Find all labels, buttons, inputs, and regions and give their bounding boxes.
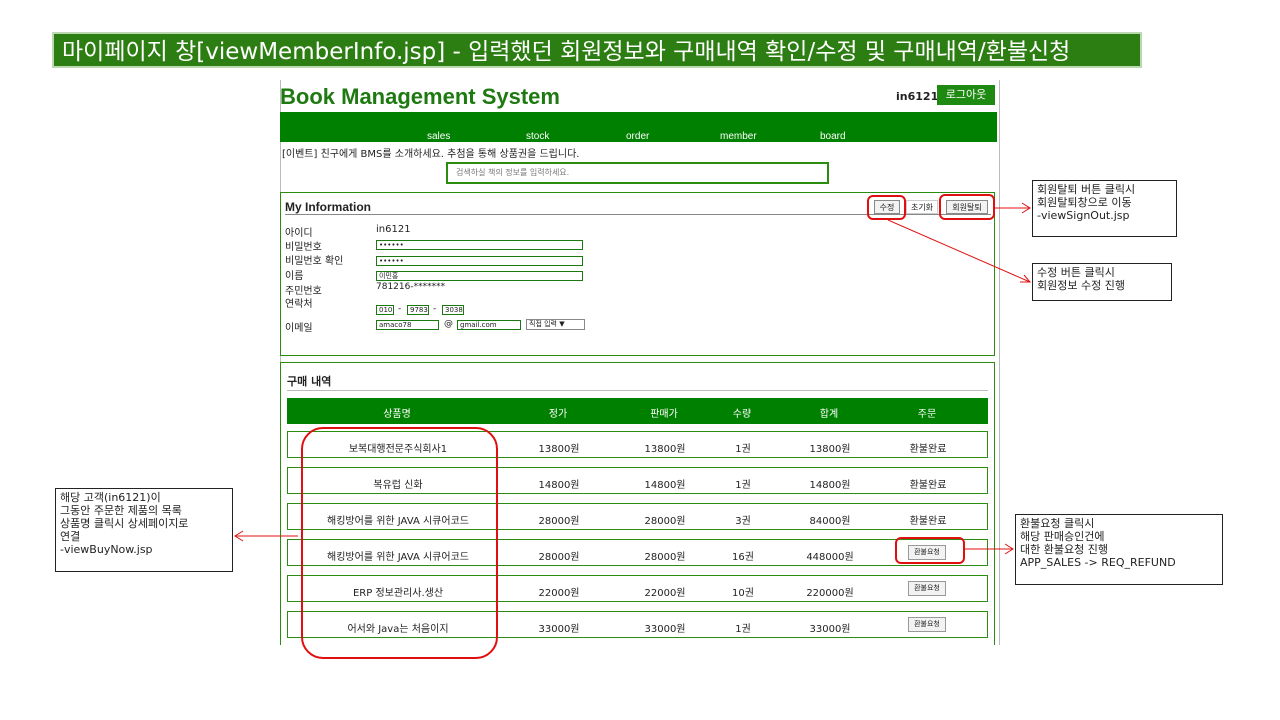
annotation-arrows: [234, 202, 1032, 555]
note-refund: 환불요청 클릭시 해당 판매승인건에 대한 환불요청 진행 APP_SALES …: [1015, 514, 1223, 585]
note-withdraw: 회원탈퇴 버튼 클릭시 회원탈퇴창으로 이동 -viewSignOut.jsp: [1032, 180, 1177, 237]
note-product-list: 해당 고객(in6121)이 그동안 주문한 제품의 목록 상품명 클릭시 상세…: [55, 488, 233, 572]
note-edit: 수정 버튼 클릭시 회원정보 수정 진행: [1032, 263, 1172, 301]
